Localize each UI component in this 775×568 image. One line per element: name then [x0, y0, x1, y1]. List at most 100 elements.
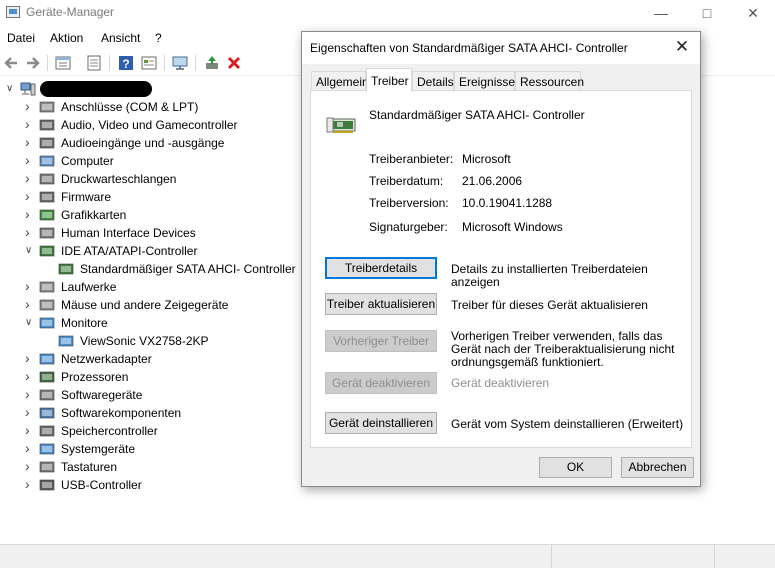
chevron-right-icon[interactable]: ›	[25, 99, 35, 114]
ok-button[interactable]: OK	[539, 457, 612, 478]
chevron-right-icon[interactable]: ›	[25, 225, 35, 240]
tree-category-item[interactable]: ∨ Monitore	[0, 315, 300, 333]
tab-ressourcen[interactable]: Ressourcen	[515, 71, 584, 91]
forward-icon[interactable]	[24, 54, 42, 72]
view-icon[interactable]	[140, 54, 158, 72]
tab-allgemein[interactable]: Allgemein	[311, 71, 369, 91]
menu-help[interactable]: ?	[155, 31, 162, 45]
chevron-right-icon[interactable]: ›	[25, 297, 35, 312]
tree-category-item[interactable]: › Grafikkarten	[0, 207, 300, 225]
disable-device-button[interactable]: Gerät deaktivieren	[325, 372, 437, 394]
tree-device-item[interactable]: Standardmäßiger SATA AHCI- Controller	[0, 261, 300, 279]
chevron-down-icon[interactable]: ∨	[25, 316, 35, 330]
tree-category-item[interactable]: › Softwarekomponenten	[0, 405, 300, 423]
update-driver-icon[interactable]	[203, 54, 221, 72]
tree-category-item[interactable]: › Human Interface Devices	[0, 225, 300, 243]
tree-device-item[interactable]: ViewSonic VX2758-2KP	[0, 333, 300, 351]
menu-ansicht[interactable]: Ansicht	[101, 31, 140, 45]
chevron-right-icon[interactable]: ›	[25, 153, 35, 168]
svg-text:?: ?	[122, 57, 129, 71]
menu-aktion[interactable]: Aktion	[50, 31, 83, 45]
tree-category-item[interactable]: ∨ IDE ATA/ATAPI-Controller	[0, 243, 300, 261]
tree-category-item[interactable]: › Laufwerke	[0, 279, 300, 297]
help-view-icon[interactable]	[85, 54, 103, 72]
tree-item-label: Tastaturen	[61, 460, 118, 474]
chevron-right-icon[interactable]: ›	[25, 171, 35, 186]
rollback-driver-description: Vorherigen Treiber verwenden, falls das …	[451, 329, 675, 369]
chevron-right-icon[interactable]: ›	[25, 351, 35, 366]
chevron-right-icon[interactable]: ›	[25, 477, 35, 492]
port-icon	[39, 101, 55, 113]
keyboard-icon	[39, 461, 55, 473]
chevron-right-icon[interactable]: ›	[25, 207, 35, 222]
display-adapter-icon	[39, 209, 55, 221]
tab-panel-treiber: Standardmäßiger SATA AHCI- Controller Tr…	[310, 90, 692, 448]
back-icon[interactable]	[2, 54, 20, 72]
chevron-right-icon[interactable]: ›	[25, 135, 35, 150]
chevron-right-icon[interactable]: ›	[25, 441, 35, 456]
tree-category-item[interactable]: › Tastaturen	[0, 459, 300, 477]
chevron-right-icon[interactable]: ›	[25, 279, 35, 294]
help-icon[interactable]: ?	[117, 54, 135, 72]
tree-category-item[interactable]: › Prozessoren	[0, 369, 300, 387]
tree-item-label: Softwaregeräte	[61, 388, 143, 402]
tree-item-label: Systemgeräte	[61, 442, 136, 456]
cancel-button[interactable]: Abbrechen	[621, 457, 694, 478]
chevron-right-icon[interactable]: ›	[25, 405, 35, 420]
chevron-right-icon[interactable]: ›	[25, 387, 35, 402]
tab-details[interactable]: Details	[412, 71, 454, 91]
monitor-icon	[39, 317, 55, 329]
chevron-right-icon[interactable]: ›	[25, 117, 35, 132]
tree-category-item[interactable]: › Systemgeräte	[0, 441, 300, 459]
tree-root[interactable]: ∨	[0, 81, 300, 99]
tree-category-item[interactable]: › Softwaregeräte	[0, 387, 300, 405]
menu-datei[interactable]: Datei	[7, 31, 35, 45]
close-icon[interactable]: ✕	[730, 0, 775, 26]
update-driver-description: Treiber für dieses Gerät aktualisieren	[451, 298, 648, 312]
tab-ereignisse[interactable]: Ereignisse	[454, 71, 515, 91]
tree-category-item[interactable]: › Mäuse und andere Zeigegeräte	[0, 297, 300, 315]
rollback-driver-button[interactable]: Vorheriger Treiber	[325, 330, 437, 352]
tree-item-label: Softwarekomponenten	[61, 406, 182, 420]
speaker-icon	[39, 119, 55, 131]
uninstall-device-button[interactable]: Gerät deinstallieren	[325, 412, 437, 434]
tree-item-label: Laufwerke	[61, 280, 117, 294]
chevron-down-icon[interactable]: ∨	[6, 82, 16, 96]
chevron-right-icon[interactable]: ›	[25, 459, 35, 474]
tree-category-item[interactable]: › Netzwerkadapter	[0, 351, 300, 369]
tree-item-label: Grafikkarten	[61, 208, 127, 222]
tree-category-item[interactable]: › USB-Controller	[0, 477, 300, 495]
tree-item-label: Human Interface Devices	[61, 226, 196, 240]
firmware-icon	[39, 191, 55, 203]
uninstall-icon[interactable]	[225, 54, 243, 72]
status-divider	[714, 545, 715, 568]
driver-details-button[interactable]: Treiberdetails	[325, 257, 437, 279]
chevron-right-icon[interactable]: ›	[25, 369, 35, 384]
maximize-icon[interactable]: □	[684, 0, 730, 26]
properties-icon[interactable]	[54, 54, 72, 72]
tree-category-item[interactable]: › Anschlüsse (COM & LPT)	[0, 99, 300, 117]
chevron-right-icon[interactable]: ›	[25, 189, 35, 204]
software-component-icon	[39, 407, 55, 419]
minimize-icon[interactable]: —	[638, 0, 684, 26]
tree-item-label: Druckwarteschlangen	[61, 172, 177, 186]
tree-category-item[interactable]: › Audio, Video und Gamecontroller	[0, 117, 300, 135]
dialog-close-icon[interactable]: ✕	[672, 37, 692, 57]
tree-category-item[interactable]: › Druckwarteschlangen	[0, 171, 300, 189]
tree-item-label: IDE ATA/ATAPI-Controller	[61, 244, 198, 258]
tree-item-label: Speichercontroller	[61, 424, 158, 438]
chevron-right-icon[interactable]: ›	[25, 423, 35, 438]
tree-item-label: Computer	[61, 154, 114, 168]
tree-category-item[interactable]: › Computer	[0, 153, 300, 171]
tree-category-item[interactable]: › Firmware	[0, 189, 300, 207]
tab-treiber[interactable]: Treiber	[366, 68, 412, 92]
device-manager-icon	[6, 6, 20, 18]
tree-category-item[interactable]: › Speichercontroller	[0, 423, 300, 441]
update-driver-button[interactable]: Treiber aktualisieren	[325, 293, 437, 315]
chevron-down-icon[interactable]: ∨	[25, 244, 35, 258]
printer-icon	[39, 173, 55, 185]
toolbar-separator	[109, 55, 110, 71]
tree-category-item[interactable]: › Audioeingänge und -ausgänge	[0, 135, 300, 153]
driver-details-description: Details zu installierten Treiberdateien …	[451, 262, 648, 289]
monitor-icon[interactable]	[171, 54, 189, 72]
